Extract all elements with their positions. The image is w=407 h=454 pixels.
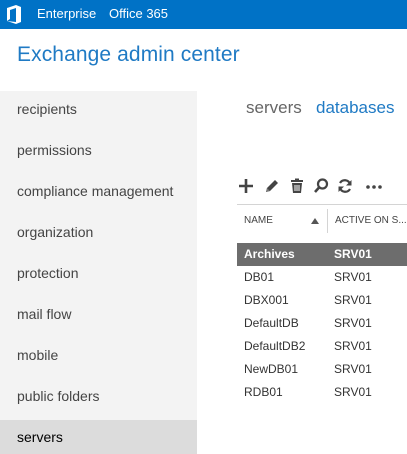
cell-server: SRV01 <box>334 270 372 284</box>
more-icon[interactable] <box>365 177 383 195</box>
top-bar: Enterprise Office 365 <box>0 0 407 29</box>
topnav-enterprise[interactable]: Enterprise <box>37 0 96 29</box>
sidebar-item-organization[interactable]: organization <box>0 215 197 249</box>
table-row[interactable]: DB01 SRV01 <box>237 266 407 289</box>
column-divider <box>327 209 328 233</box>
table-row[interactable]: Archives SRV01 <box>237 243 407 266</box>
grid-header: NAME ACTIVE ON S... <box>237 204 407 237</box>
topnav-office-365[interactable]: Office 365 <box>109 0 168 29</box>
delete-icon[interactable] <box>288 177 306 195</box>
sidebar-item-permissions[interactable]: permissions <box>0 133 197 167</box>
cell-name: DefaultDB2 <box>244 339 306 353</box>
cell-name: DBX001 <box>244 293 289 307</box>
add-icon[interactable] <box>237 177 255 195</box>
office-logo-icon[interactable] <box>5 4 23 25</box>
database-list: Archives SRV01 DB01 SRV01 DBX001 SRV01 D… <box>237 243 407 404</box>
table-row[interactable]: DBX001 SRV01 <box>237 289 407 312</box>
tab-servers[interactable]: servers <box>246 98 302 118</box>
sidebar-item-protection[interactable]: protection <box>0 256 197 290</box>
search-icon[interactable] <box>312 177 330 195</box>
sidebar: recipients permissions compliance manage… <box>0 91 197 454</box>
sidebar-item-mobile[interactable]: mobile <box>0 338 197 372</box>
cell-name: DB01 <box>244 270 275 284</box>
table-row[interactable]: RDB01 SRV01 <box>237 381 407 404</box>
table-row[interactable]: NewDB01 SRV01 <box>237 358 407 381</box>
cell-server: SRV01 <box>334 316 372 330</box>
sidebar-item-mail-flow[interactable]: mail flow <box>0 297 197 331</box>
cell-name: NewDB01 <box>244 362 299 376</box>
cell-name: RDB01 <box>244 385 283 399</box>
table-row[interactable]: DefaultDB SRV01 <box>237 312 407 335</box>
page-title: Exchange admin center <box>17 43 240 66</box>
main-panel: servers databases NAME ACTIVE ON S... Ar… <box>197 91 407 449</box>
refresh-icon[interactable] <box>336 177 354 195</box>
cell-server: SRV01 <box>334 293 372 307</box>
table-row[interactable]: DefaultDB2 SRV01 <box>237 335 407 358</box>
sidebar-item-recipients[interactable]: recipients <box>0 92 197 126</box>
column-header-active-on-server[interactable]: ACTIVE ON S... <box>335 205 407 237</box>
edit-icon[interactable] <box>263 177 281 195</box>
cell-server: SRV01 <box>334 339 372 353</box>
cell-name: Archives <box>244 247 295 261</box>
tab-databases[interactable]: databases <box>316 98 394 118</box>
sidebar-item-public-folders[interactable]: public folders <box>0 379 197 413</box>
cell-server: SRV01 <box>334 247 372 261</box>
sort-ascending-icon[interactable] <box>311 218 319 224</box>
cell-server: SRV01 <box>334 362 372 376</box>
sidebar-item-compliance-management[interactable]: compliance management <box>0 174 197 208</box>
cell-server: SRV01 <box>334 385 372 399</box>
cell-name: DefaultDB <box>244 316 299 330</box>
